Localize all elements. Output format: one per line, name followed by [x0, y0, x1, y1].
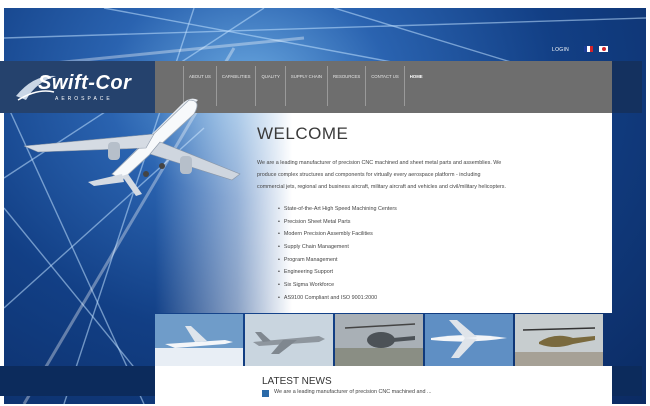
list-item: AS9100 Compliant and ISO 9001:2000 — [278, 292, 397, 305]
latest-news-heading: LATEST NEWS — [262, 376, 332, 387]
list-item: Supply Chain Management — [278, 241, 397, 254]
news-bullet-icon — [262, 390, 269, 397]
helicopter-photo[interactable] — [335, 314, 423, 366]
list-item: State-of-the-Art High Speed Machining Ce… — [278, 203, 397, 216]
airliner-photo[interactable] — [425, 314, 513, 366]
nav-item-resources[interactable]: RESOURCES — [326, 66, 365, 106]
list-item: Six Sigma Workforce — [278, 279, 397, 292]
nav-item-supply-chain[interactable]: SUPPLY CHAIN — [284, 66, 327, 106]
capabilities-list: State-of-the-Art High Speed Machining Ce… — [278, 203, 397, 305]
japanese-flag-icon[interactable] — [599, 46, 608, 52]
attack-helicopter-photo[interactable] — [515, 314, 603, 366]
footer-left-band — [0, 366, 155, 396]
latest-news-panel — [155, 366, 612, 404]
list-item: Program Management — [278, 254, 397, 267]
news-item-link[interactable]: We are a leading manufacturer of precisi… — [274, 389, 432, 395]
list-item: Precision Sheet Metal Parts — [278, 216, 397, 229]
nav-item-home[interactable]: HOME — [403, 66, 428, 106]
intro-paragraph: We are a leading manufacturer of precisi… — [257, 160, 506, 191]
fighter-jet-photo[interactable] — [245, 314, 333, 366]
nav-item-quality[interactable]: QUALITY — [255, 66, 284, 106]
login-link[interactable]: LOGIN — [552, 47, 569, 53]
french-flag-icon[interactable] — [584, 46, 593, 52]
footer-right-band — [612, 366, 642, 396]
aircraft-gallery — [155, 314, 642, 366]
right-band — [612, 61, 642, 113]
logo-wordmark[interactable]: Swift-Cor — [38, 72, 131, 95]
list-item: Engineering Support — [278, 266, 397, 279]
page-title: WELCOME — [257, 124, 349, 143]
list-item: Modern Precision Assembly Facilities — [278, 228, 397, 241]
nav-item-contact-us[interactable]: CONTACT US — [365, 66, 404, 106]
business-jet-photo[interactable] — [155, 314, 243, 366]
airplane-illustration — [23, 98, 241, 196]
